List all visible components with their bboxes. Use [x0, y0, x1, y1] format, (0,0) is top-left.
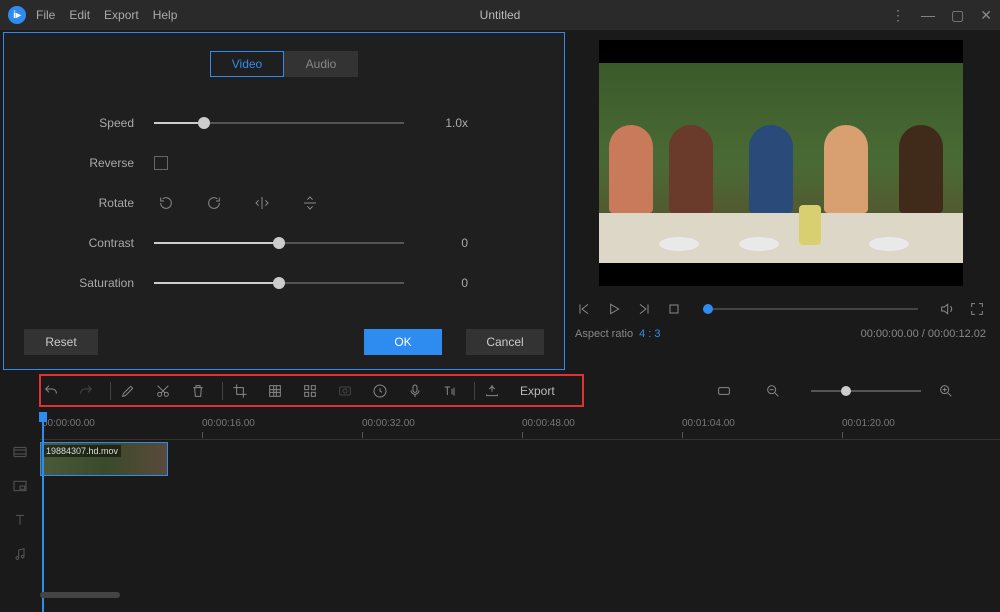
export-label[interactable]: Export	[520, 384, 555, 398]
playhead[interactable]	[42, 412, 44, 612]
aspect-ratio: Aspect ratio4 : 3	[575, 328, 661, 340]
reverse-checkbox[interactable]	[154, 156, 168, 170]
stop-icon[interactable]	[665, 300, 683, 318]
tab-audio[interactable]: Audio	[284, 51, 358, 77]
export-icon[interactable]	[481, 380, 503, 402]
close-icon[interactable]: ✕	[980, 7, 992, 24]
grid-icon[interactable]	[299, 380, 321, 402]
mosaic-icon[interactable]	[264, 380, 286, 402]
fullscreen-icon[interactable]	[968, 300, 986, 318]
saturation-label: Saturation	[24, 276, 154, 290]
minimize-icon[interactable]: —	[921, 7, 935, 24]
speed-value: 1.0x	[428, 116, 468, 130]
tab-video[interactable]: Video	[210, 51, 284, 77]
saturation-value: 0	[428, 276, 468, 290]
zoom-in-icon[interactable]	[935, 380, 957, 402]
speed-label: Speed	[24, 116, 154, 130]
preview-area: Aspect ratio4 : 3 00:00:00.00 / 00:00:12…	[565, 30, 1000, 370]
fit-timeline-icon[interactable]	[713, 380, 735, 402]
flip-horizontal-icon[interactable]	[250, 191, 274, 215]
window-title: Untitled	[480, 8, 521, 22]
menu-help[interactable]: Help	[153, 8, 178, 22]
text-track-icon[interactable]	[10, 510, 30, 530]
undo-icon[interactable]	[40, 380, 62, 402]
more-icon[interactable]: ⋮	[891, 7, 905, 24]
reverse-label: Reverse	[24, 156, 154, 170]
preview-progress[interactable]	[703, 308, 918, 310]
volume-icon[interactable]	[938, 300, 956, 318]
zoom-out-icon[interactable]	[762, 380, 784, 402]
saturation-slider[interactable]	[154, 282, 404, 284]
contrast-slider[interactable]	[154, 242, 404, 244]
flip-vertical-icon[interactable]	[298, 191, 322, 215]
cut-icon[interactable]	[152, 380, 174, 402]
timeline-clip[interactable]: 19884307.hd.mov	[40, 442, 168, 476]
record-icon[interactable]	[334, 380, 356, 402]
rotate-left-icon[interactable]	[154, 191, 178, 215]
pip-track-icon[interactable]	[10, 476, 30, 496]
menu-export[interactable]: Export	[104, 8, 139, 22]
prev-frame-icon[interactable]	[575, 300, 593, 318]
contrast-value: 0	[428, 236, 468, 250]
app-logo-icon: i▸	[8, 6, 26, 24]
rotate-label: Rotate	[24, 196, 154, 210]
mic-icon[interactable]	[404, 380, 426, 402]
crop-icon[interactable]	[229, 380, 251, 402]
menu-edit[interactable]: Edit	[69, 8, 90, 22]
audio-track-icon[interactable]	[10, 544, 30, 564]
menu-file[interactable]: File	[36, 8, 55, 22]
zoom-slider[interactable]	[811, 390, 921, 392]
ok-button[interactable]: OK	[364, 329, 442, 355]
delete-icon[interactable]	[187, 380, 209, 402]
next-frame-icon[interactable]	[635, 300, 653, 318]
redo-icon[interactable]	[75, 380, 97, 402]
speed-tool-icon[interactable]	[369, 380, 391, 402]
playback-controls	[575, 300, 986, 318]
timeline: 00:00:00.00 00:00:16.00 00:00:32.00 00:0…	[0, 412, 1000, 564]
timeline-scrollbar[interactable]	[40, 590, 990, 600]
play-icon[interactable]	[605, 300, 623, 318]
video-properties-panel: Video Audio Speed 1.0x Reverse Rotate	[3, 32, 565, 370]
text-to-speech-icon[interactable]	[439, 380, 461, 402]
reset-button[interactable]: Reset	[24, 329, 98, 355]
video-track-icon[interactable]	[10, 442, 30, 462]
maximize-icon[interactable]: ▢	[951, 7, 964, 24]
toolbar: Export	[0, 370, 1000, 412]
preview-time: 00:00:00.00 / 00:00:12.02	[861, 328, 986, 340]
edit-icon[interactable]	[117, 380, 139, 402]
rotate-right-icon[interactable]	[202, 191, 226, 215]
speed-slider[interactable]	[154, 122, 404, 124]
titlebar: i▸ File Edit Export Help Untitled ⋮ — ▢ …	[0, 0, 1000, 30]
timeline-ruler[interactable]: 00:00:00.00 00:00:16.00 00:00:32.00 00:0…	[40, 412, 1000, 440]
contrast-label: Contrast	[24, 236, 154, 250]
preview-frame	[599, 40, 963, 286]
cancel-button[interactable]: Cancel	[466, 329, 544, 355]
